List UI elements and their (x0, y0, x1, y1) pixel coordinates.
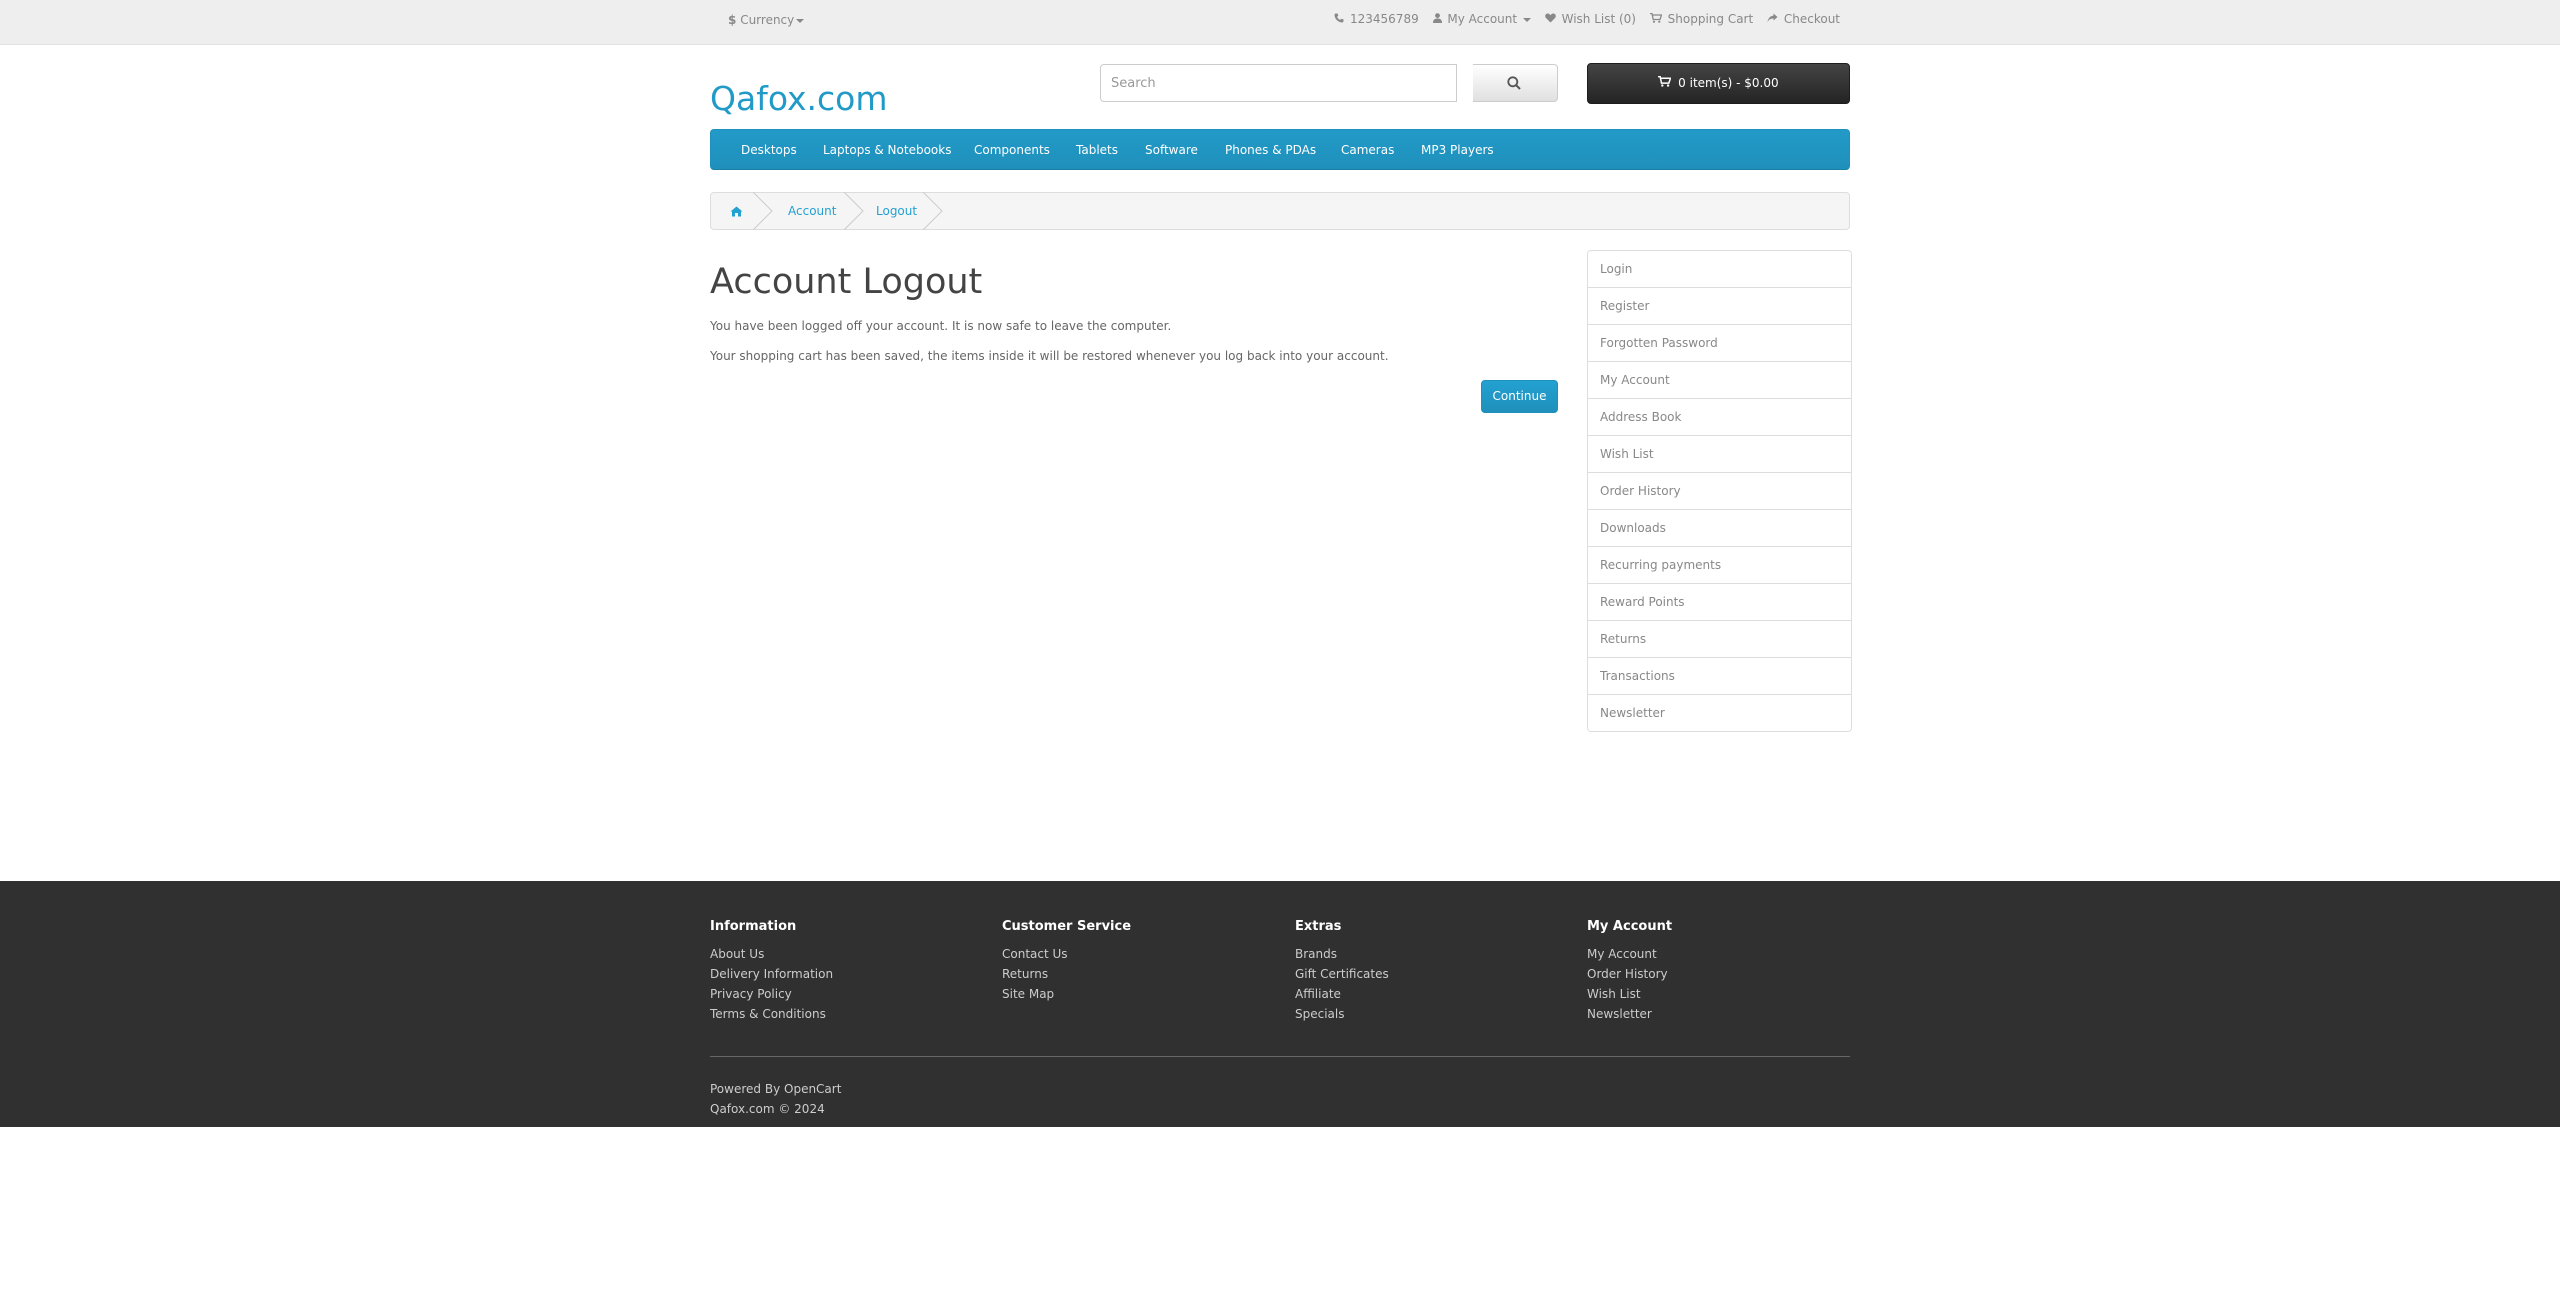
powered-by-line: Powered By OpenCart (710, 1079, 841, 1099)
menu-item-cameras[interactable]: Cameras (1341, 130, 1394, 170)
footer-link-newsletter[interactable]: Newsletter (1587, 1004, 1672, 1024)
menu-item-components[interactable]: Components (974, 130, 1050, 170)
my-account-dropdown[interactable]: My Account (1432, 12, 1531, 26)
site-logo[interactable]: Qafox.com (710, 79, 888, 118)
sidebar-item-wish-list[interactable]: Wish List (1588, 435, 1851, 472)
footer-link-returns[interactable]: Returns (1002, 964, 1131, 984)
sidebar-item-recurring-payments[interactable]: Recurring payments (1588, 546, 1851, 583)
sidebar-item-reward-points[interactable]: Reward Points (1588, 583, 1851, 620)
sidebar-item-login[interactable]: Login (1588, 251, 1851, 287)
footer-link-brands[interactable]: Brands (1295, 944, 1389, 964)
caret-down-icon (796, 18, 805, 23)
menu-item-mp3-players[interactable]: MP3 Players (1421, 130, 1494, 170)
footer-column-customer-service: Customer Service Contact Us Returns Site… (1002, 919, 1131, 1004)
phone-link[interactable]: 123456789 (1334, 12, 1419, 26)
footer-link-terms-conditions[interactable]: Terms & Conditions (710, 1004, 833, 1024)
footer-link-specials[interactable]: Specials (1295, 1004, 1389, 1024)
menu-item-laptops-notebooks[interactable]: Laptops & Notebooks (823, 130, 951, 170)
currency-symbol: $ (728, 13, 737, 27)
footer-heading: Extras (1295, 919, 1342, 934)
breadcrumb-separator (923, 192, 943, 230)
sidebar-item-transactions[interactable]: Transactions (1588, 657, 1851, 694)
footer-column-information: Information About Us Delivery Informatio… (710, 919, 833, 1024)
menu-item-tablets[interactable]: Tablets (1076, 130, 1118, 170)
cart-button[interactable]: 0 item(s) - $0.00 (1587, 63, 1850, 104)
logout-message: You have been logged off your account. I… (710, 319, 1172, 333)
footer-link-privacy-policy[interactable]: Privacy Policy (710, 984, 833, 1004)
footer-link-contact-us[interactable]: Contact Us (1002, 944, 1131, 964)
caret-down-icon (1522, 17, 1531, 22)
cart-icon (1658, 75, 1672, 87)
account-sidebar: Login Register Forgotten Password My Acc… (1587, 250, 1852, 732)
page-title: Account Logout (710, 262, 983, 302)
sidebar-item-returns[interactable]: Returns (1588, 620, 1851, 657)
my-account-label: My Account (1447, 12, 1518, 26)
shopping-cart-label: Shopping Cart (1667, 12, 1754, 26)
checkout-link[interactable]: Checkout (1767, 12, 1840, 26)
cart-total-label: 0 item(s) - $0.00 (1678, 76, 1779, 90)
sidebar-item-forgotten-password[interactable]: Forgotten Password (1588, 324, 1851, 361)
sidebar-item-newsletter[interactable]: Newsletter (1588, 694, 1851, 731)
share-icon (1767, 13, 1778, 23)
sidebar-item-order-history[interactable]: Order History (1588, 472, 1851, 509)
home-icon (730, 206, 743, 217)
main-menu: Desktops Laptops & Notebooks Components … (710, 129, 1850, 170)
breadcrumb-home[interactable] (730, 193, 743, 230)
search-button[interactable] (1473, 64, 1558, 102)
wish-list-link[interactable]: Wish List (0) (1544, 12, 1636, 26)
footer-divider (710, 1056, 1850, 1057)
footer-column-extras: Extras Brands Gift Certificates Affiliat… (1295, 919, 1389, 1024)
menu-item-phones-pdas[interactable]: Phones & PDAs (1225, 130, 1316, 170)
currency-label: Currency (740, 13, 795, 27)
footer-column-my-account: My Account My Account Order History Wish… (1587, 919, 1672, 1024)
checkout-label: Checkout (1783, 12, 1840, 26)
cart-icon (1649, 13, 1662, 23)
footer: Information About Us Delivery Informatio… (0, 881, 2560, 1127)
breadcrumb-account[interactable]: Account (788, 193, 836, 230)
continue-button[interactable]: Continue (1481, 380, 1558, 413)
menu-item-desktops[interactable]: Desktops (741, 130, 797, 170)
sidebar-item-register[interactable]: Register (1588, 287, 1851, 324)
powered-by-label: Powered By (710, 1082, 781, 1096)
footer-heading: Information (710, 919, 797, 934)
footer-heading: My Account (1587, 919, 1673, 934)
footer-link-site-map[interactable]: Site Map (1002, 984, 1131, 1004)
footer-link-my-account[interactable]: My Account (1587, 944, 1672, 964)
footer-link-order-history[interactable]: Order History (1587, 964, 1672, 984)
phone-icon (1334, 13, 1344, 23)
opencart-link[interactable]: OpenCart (784, 1082, 841, 1096)
cart-saved-message: Your shopping cart has been saved, the i… (710, 349, 1389, 363)
footer-link-wish-list[interactable]: Wish List (1587, 984, 1672, 1004)
top-links: 123456789 My Account Wish List (0) Shopp… (1324, 12, 1840, 26)
currency-dropdown[interactable]: $ Currency (728, 13, 805, 27)
sidebar-item-downloads[interactable]: Downloads (1588, 509, 1851, 546)
footer-link-delivery-information[interactable]: Delivery Information (710, 964, 833, 984)
phone-number: 123456789 (1350, 12, 1419, 26)
footer-credits: Powered By OpenCart Qafox.com © 2024 (710, 1079, 841, 1119)
footer-link-about-us[interactable]: About Us (710, 944, 833, 964)
breadcrumb-logout[interactable]: Logout (876, 193, 917, 230)
shopping-cart-link[interactable]: Shopping Cart (1649, 12, 1754, 26)
search-icon (1507, 76, 1521, 90)
search-input[interactable] (1100, 64, 1457, 102)
top-bar: $ Currency 123456789 My Account Wish Lis… (0, 0, 2560, 45)
sidebar-item-my-account[interactable]: My Account (1588, 361, 1851, 398)
user-icon (1432, 13, 1442, 23)
wish-list-label: Wish List (0) (1561, 12, 1636, 26)
breadcrumb: Account Logout (710, 192, 1850, 230)
breadcrumb-separator (753, 192, 773, 230)
copyright: Qafox.com © 2024 (710, 1102, 825, 1116)
footer-link-affiliate[interactable]: Affiliate (1295, 984, 1389, 1004)
footer-heading: Customer Service (1002, 919, 1132, 934)
breadcrumb-separator (844, 192, 864, 230)
sidebar-item-address-book[interactable]: Address Book (1588, 398, 1851, 435)
menu-item-software[interactable]: Software (1145, 130, 1198, 170)
footer-link-gift-certificates[interactable]: Gift Certificates (1295, 964, 1389, 984)
heart-icon (1544, 13, 1556, 23)
